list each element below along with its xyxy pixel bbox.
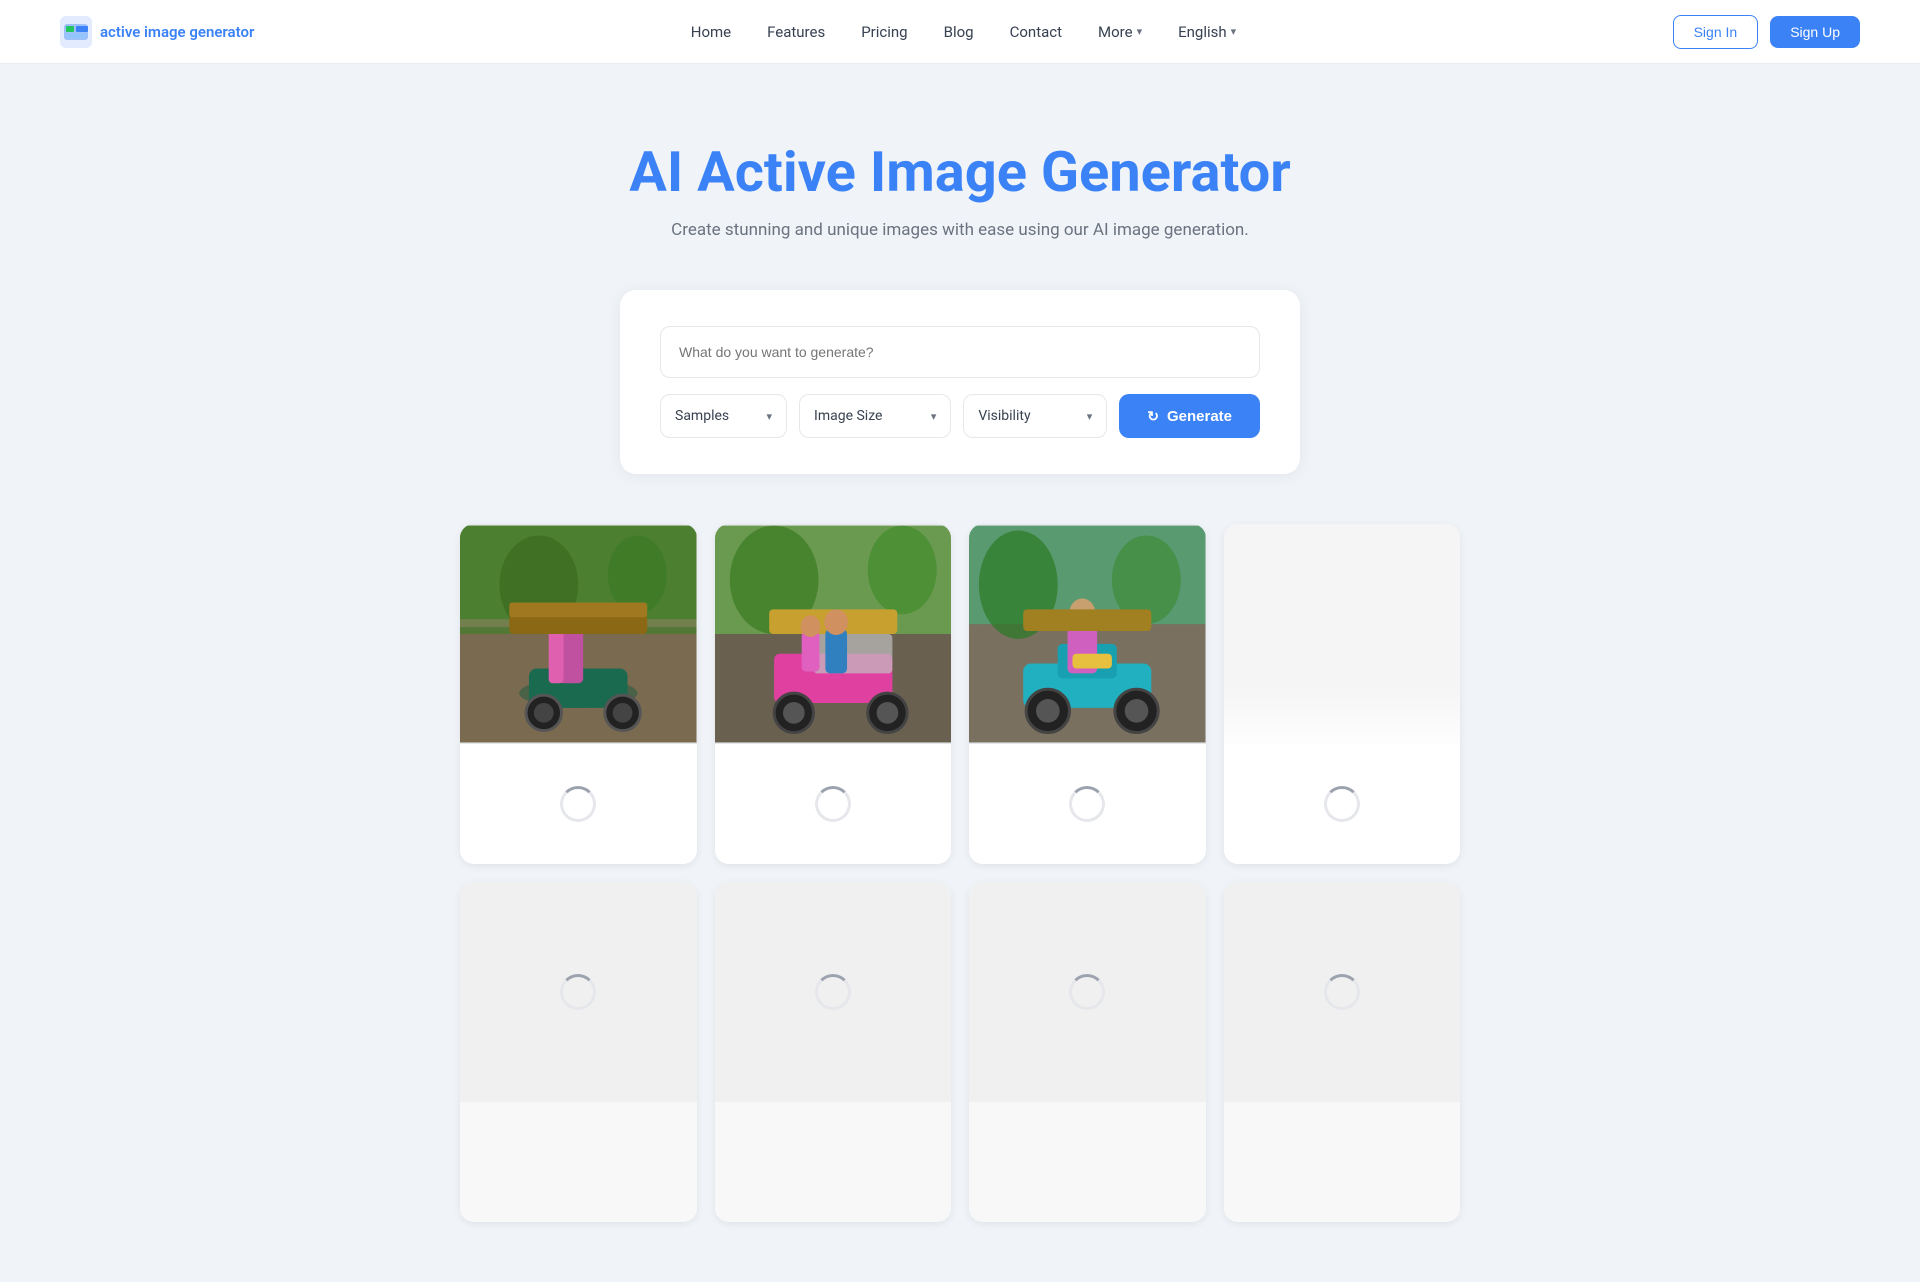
signup-button[interactable]: Sign Up bbox=[1770, 16, 1860, 48]
fade-overlay bbox=[1224, 684, 1461, 744]
image-card-top-3 bbox=[969, 524, 1206, 744]
samples-select[interactable]: Samples ▾ bbox=[660, 394, 787, 438]
image-card-bottom-2 bbox=[715, 744, 952, 864]
refresh-icon: ↻ bbox=[1147, 408, 1159, 425]
image-card-top-6 bbox=[715, 882, 952, 1102]
chevron-down-icon: ▾ bbox=[1137, 25, 1143, 38]
signin-button[interactable]: Sign In bbox=[1673, 15, 1759, 49]
photo-scene-2 bbox=[715, 524, 952, 744]
chevron-down-icon: ▾ bbox=[931, 410, 937, 423]
loading-spinner-8 bbox=[1324, 974, 1360, 1010]
nav-home[interactable]: Home bbox=[691, 23, 731, 41]
samples-label: Samples bbox=[675, 408, 729, 424]
image-card-bottom-4 bbox=[1224, 744, 1461, 864]
image-card-5 bbox=[460, 882, 697, 1222]
chevron-down-icon: ▾ bbox=[1087, 410, 1093, 423]
image-card-6 bbox=[715, 882, 952, 1222]
nav-pricing[interactable]: Pricing bbox=[861, 23, 907, 41]
chevron-down-icon: ▾ bbox=[766, 410, 772, 423]
photo-scene-1 bbox=[460, 524, 697, 744]
image-card-bottom-5 bbox=[460, 1102, 697, 1222]
nav-features[interactable]: Features bbox=[767, 23, 825, 41]
image-card-top-8 bbox=[1224, 882, 1461, 1102]
nav-contact[interactable]: Contact bbox=[1010, 23, 1062, 41]
image-card-top-4 bbox=[1224, 524, 1461, 744]
image-card-8 bbox=[1224, 882, 1461, 1222]
loading-spinner-4 bbox=[1324, 786, 1360, 822]
loading-spinner-5 bbox=[560, 974, 596, 1010]
loading-spinner-1 bbox=[560, 786, 596, 822]
image-card-bottom-7 bbox=[969, 1102, 1206, 1222]
nav-more-dropdown[interactable]: More ▾ bbox=[1098, 23, 1142, 41]
generator-card: Samples ▾ Image Size ▾ Visibility ▾ ↻ Ge… bbox=[620, 290, 1300, 474]
photo-scene-3 bbox=[969, 524, 1206, 744]
image-grid bbox=[460, 524, 1460, 1222]
image-card-bottom-8 bbox=[1224, 1102, 1461, 1222]
nav-more-label: More bbox=[1098, 23, 1133, 41]
loading-spinner-7 bbox=[1069, 974, 1105, 1010]
chevron-down-icon: ▾ bbox=[1231, 25, 1237, 38]
hero-section: AI Active Image Generator Create stunnin… bbox=[629, 100, 1291, 270]
nav-language-dropdown[interactable]: English ▾ bbox=[1178, 23, 1236, 41]
generate-button[interactable]: ↻ Generate bbox=[1119, 394, 1260, 438]
navbar: active image generator Home Features Pri… bbox=[0, 0, 1920, 64]
generate-label: Generate bbox=[1167, 408, 1232, 425]
main-content: AI Active Image Generator Create stunnin… bbox=[0, 0, 1920, 1282]
image-grid-section bbox=[460, 524, 1460, 1282]
prompt-input[interactable] bbox=[660, 326, 1260, 378]
image-size-label: Image Size bbox=[814, 408, 882, 424]
controls-row: Samples ▾ Image Size ▾ Visibility ▾ ↻ Ge… bbox=[660, 394, 1260, 438]
navbar-actions: Sign In Sign Up bbox=[1673, 15, 1860, 49]
image-card-top-5 bbox=[460, 882, 697, 1102]
image-card-bottom-6 bbox=[715, 1102, 952, 1222]
logo-icon bbox=[60, 16, 92, 48]
image-card-2 bbox=[715, 524, 952, 864]
image-card-top-2 bbox=[715, 524, 952, 744]
image-card-top-7 bbox=[969, 882, 1206, 1102]
hero-subtitle: Create stunning and unique images with e… bbox=[629, 220, 1291, 240]
nav-blog[interactable]: Blog bbox=[944, 23, 974, 41]
image-card-7 bbox=[969, 882, 1206, 1222]
image-card-top-1 bbox=[460, 524, 697, 744]
image-size-select[interactable]: Image Size ▾ bbox=[799, 394, 951, 438]
image-card-1 bbox=[460, 524, 697, 864]
image-card-bottom-3 bbox=[969, 744, 1206, 864]
image-card-bottom-1 bbox=[460, 744, 697, 864]
loading-spinner-2 bbox=[815, 786, 851, 822]
logo-text: active image generator bbox=[100, 23, 254, 41]
loading-spinner-6 bbox=[815, 974, 851, 1010]
image-card-3 bbox=[969, 524, 1206, 864]
hero-title: AI Active Image Generator bbox=[629, 140, 1291, 204]
nav-links: Home Features Pricing Blog Contact More … bbox=[691, 23, 1236, 41]
visibility-label: Visibility bbox=[978, 408, 1030, 424]
nav-language-label: English bbox=[1178, 23, 1227, 41]
image-card-4 bbox=[1224, 524, 1461, 864]
loading-spinner-3 bbox=[1069, 786, 1105, 822]
visibility-select[interactable]: Visibility ▾ bbox=[963, 394, 1107, 438]
logo[interactable]: active image generator bbox=[60, 16, 254, 48]
